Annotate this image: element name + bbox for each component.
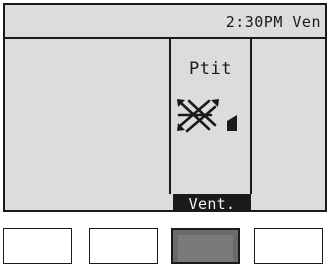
cell-divider-right <box>250 39 252 194</box>
tab-vent[interactable]: Vent. <box>173 194 251 210</box>
softkey-1[interactable] <box>3 228 72 264</box>
softkey-4[interactable] <box>254 228 323 264</box>
vane-swing-icon <box>177 99 237 133</box>
softkey-3-face <box>178 235 233 262</box>
clock-day-readout: 2:30PM Ven <box>225 13 321 31</box>
fan-speed-label: Ptit <box>189 59 232 79</box>
softkey-3[interactable] <box>171 228 240 264</box>
status-bar: 2:30PM Ven <box>5 5 325 39</box>
lcd-screen: 2:30PM Ven Ptit Vent. <box>3 3 327 212</box>
softkey-2[interactable] <box>89 228 158 264</box>
